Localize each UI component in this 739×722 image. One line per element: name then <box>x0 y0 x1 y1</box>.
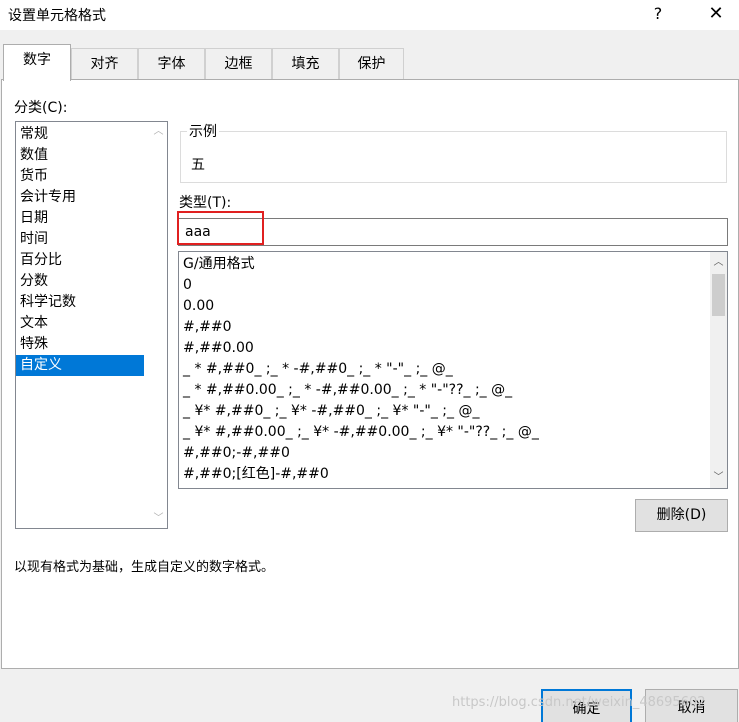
watermark: https://blog.csdn.net/weixin_48695602 <box>452 695 706 710</box>
scrollbar-thumb[interactable] <box>712 274 725 316</box>
description-text: 以现有格式为基础，生成自定义的数字格式。 <box>14 560 275 575</box>
category-item[interactable]: 科学记数 <box>16 292 144 313</box>
sample-label: 示例 <box>187 121 219 141</box>
highlight-annotation <box>177 211 264 245</box>
category-item[interactable]: 货币 <box>16 166 144 187</box>
delete-button[interactable]: 删除(D) <box>635 499 728 532</box>
format-item[interactable]: #,##0 <box>179 317 704 338</box>
tab-number[interactable]: 数字 <box>3 44 71 81</box>
format-item[interactable]: _ ¥* #,##0_ ;_ ¥* -#,##0_ ;_ ¥* "-"_ ;_ … <box>179 401 704 422</box>
format-item[interactable]: #,##0;[红色]-#,##0 <box>179 464 704 485</box>
category-scrollbar[interactable]: ︿ ﹀ <box>150 122 167 528</box>
scroll-down-icon[interactable]: ﹀ <box>150 510 167 527</box>
format-scrollbar[interactable]: ︿ ﹀ <box>710 252 727 488</box>
tab-border[interactable]: 边框 <box>205 48 272 80</box>
dialog-title: 设置单元格格式 <box>8 8 106 24</box>
sample-group: 示例 五 <box>180 121 727 183</box>
tab-alignment[interactable]: 对齐 <box>71 48 138 80</box>
format-item[interactable]: #,##0;-#,##0 <box>179 443 704 464</box>
category-item[interactable]: 自定义 <box>16 355 144 376</box>
format-item[interactable]: 0 <box>179 275 704 296</box>
help-button[interactable]: ? <box>646 2 670 26</box>
tab-font[interactable]: 字体 <box>138 48 205 80</box>
category-item[interactable]: 日期 <box>16 208 144 229</box>
format-item[interactable]: _ ¥* #,##0.00_ ;_ ¥* -#,##0.00_ ;_ ¥* "-… <box>179 422 704 443</box>
scroll-up-icon[interactable]: ︿ <box>150 123 167 140</box>
category-item[interactable]: 特殊 <box>16 334 144 355</box>
category-item[interactable]: 时间 <box>16 229 144 250</box>
format-item[interactable]: #,##0.00 <box>179 338 704 359</box>
scroll-down-icon[interactable]: ﹀ <box>710 469 727 486</box>
category-item[interactable]: 百分比 <box>16 250 144 271</box>
close-button[interactable]: ✕ <box>704 2 728 26</box>
format-item[interactable]: 0.00 <box>179 296 704 317</box>
tab-bar: 数字 对齐 字体 边框 填充 保护 <box>0 44 739 81</box>
category-item[interactable]: 数值 <box>16 145 144 166</box>
format-item[interactable]: _ * #,##0.00_ ;_ * -#,##0.00_ ;_ * "-"??… <box>179 380 704 401</box>
type-label: 类型(T): <box>179 195 232 211</box>
format-item[interactable]: _ * #,##0_ ;_ * -#,##0_ ;_ * "-"_ ;_ @_ <box>179 359 704 380</box>
tab-protection[interactable]: 保护 <box>339 48 404 80</box>
number-tab-panel: 分类(C): 常规 数值 货币 会计专用 日期 时间 百分比 分数 科学记数 文本 特殊 自定义 ︿ … <box>1 79 739 669</box>
category-item[interactable]: 会计专用 <box>16 187 144 208</box>
sample-value: 五 <box>191 157 205 173</box>
category-item[interactable]: 常规 <box>16 124 144 145</box>
format-item[interactable]: G/通用格式 <box>179 254 704 275</box>
format-list[interactable]: G/通用格式 0 0.00 #,##0 #,##0.00 _ * #,##0_ ;_ * … <box>178 251 728 489</box>
category-item[interactable]: 文本 <box>16 313 144 334</box>
title-bar: 设置单元格格式 ? ✕ <box>0 0 739 30</box>
category-item[interactable]: 分数 <box>16 271 144 292</box>
tab-fill[interactable]: 填充 <box>272 48 339 80</box>
category-label: 分类(C): <box>14 100 68 116</box>
category-list[interactable]: 常规 数值 货币 会计专用 日期 时间 百分比 分数 科学记数 文本 特殊 自定义 ︿ ﹀ <box>15 121 168 529</box>
scroll-up-icon[interactable]: ︿ <box>710 254 727 271</box>
